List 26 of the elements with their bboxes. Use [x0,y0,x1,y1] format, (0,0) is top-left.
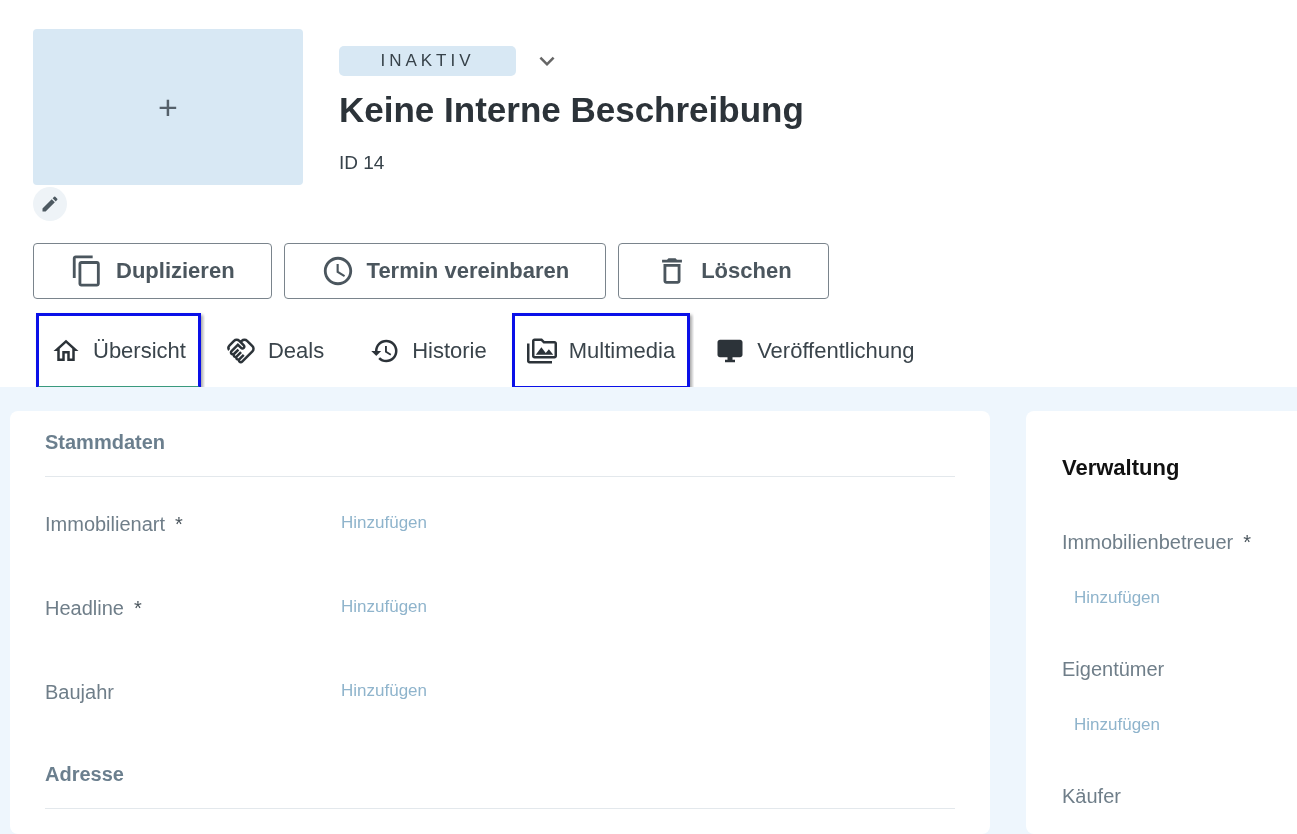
action-button[interactable]: Termin vereinbaren [283,243,607,299]
field-label: Headline [45,597,124,620]
tab[interactable]: Multimedia [511,313,691,389]
section-title: Adresse [45,763,955,809]
status-badge[interactable]: INAKTIV [339,46,516,76]
action-button[interactable]: Löschen [618,243,829,299]
add-image-text: + [158,87,178,127]
pencil-icon [40,194,60,214]
card-title: Verwaltung [1062,455,1181,481]
action-button[interactable]: Duplizieren [33,243,272,299]
id-text: ID 14 [339,152,386,174]
handshake-icon [225,336,256,366]
section-title: Stammdaten [45,431,955,477]
required-mark: * [175,513,183,536]
image-placeholder[interactable]: + [33,29,303,185]
page-title: Keine Interne Beschreibung [339,90,804,130]
edit-button[interactable] [33,187,67,221]
required-mark: * [133,597,142,620]
field-label: Eigentümer [1062,658,1165,681]
required-mark: * [1243,531,1251,554]
field-label: Immobilienbetreuer [1062,531,1234,554]
photos-icon [526,336,557,366]
tab[interactable]: Übersicht [36,313,201,389]
field-label: Immobilienart [45,513,166,536]
field-label: Käufer [1062,785,1121,808]
field-label: Baujahr [45,681,114,704]
